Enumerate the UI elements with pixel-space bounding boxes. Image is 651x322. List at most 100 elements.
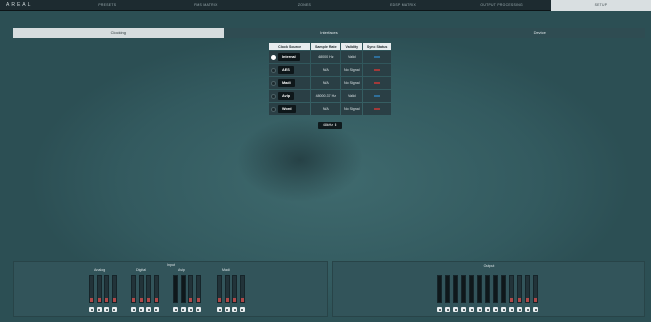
brand-logo: AREAL [6,2,33,8]
clock-row: Internal 48000 Hz Valid [269,51,391,63]
clock-source-cell: Avip [269,90,311,102]
clip-indicator [139,298,143,302]
clock-row: AES N/A No Signal [269,64,391,76]
output-level-meter [525,275,530,303]
channel-mute-button[interactable] [232,307,237,312]
meter-group-label: Madi [222,268,230,272]
sample-rate-select[interactable]: 48kHz ⇕ [318,122,342,129]
subtab-device[interactable]: Device [434,28,646,38]
channel-mute-button[interactable] [188,307,193,312]
clip-indicator [90,298,93,302]
output-level-meter [517,275,522,303]
level-meter [89,275,94,303]
output-level-meter [453,275,458,303]
clock-source-radio[interactable] [271,93,276,99]
clip-indicator [518,298,521,302]
level-meter [131,275,136,303]
output-mute-button[interactable] [437,307,442,312]
setup-subtabs: Clocking Interfaces Device [13,28,646,38]
channel-mute-button[interactable] [195,307,201,312]
clock-source-button[interactable]: Madi [278,79,295,87]
subtab-interfaces[interactable]: Interfaces [223,28,435,38]
clock-source-cell: AES [269,64,311,76]
level-meter [188,275,193,303]
input-title: Input [167,263,175,267]
level-meter [224,275,230,303]
clock-source-button[interactable]: Word [278,105,296,113]
channel-mute-button[interactable] [173,307,178,312]
chevron-updown-icon: ⇕ [334,123,338,127]
sample-rate-cell: N/A [311,103,341,115]
clip-indicator [526,298,529,302]
output-mute-button[interactable] [525,307,530,312]
top-nav: AREAL PRESETS FMS MATRIX ZONES EDSP MATR… [0,0,651,11]
sync-indicator [374,82,381,84]
clock-source-radio[interactable] [271,106,276,112]
output-level-meter [461,275,466,303]
tab-output-processing[interactable]: OUTPUT PROCESSING [452,0,551,11]
sync-status-cell [363,77,391,89]
tab-presets[interactable]: PRESETS [58,0,157,11]
meter-group-label: Avip [178,268,185,272]
sample-rate-cell: 48000.37 Hz [311,90,341,102]
output-mute-button[interactable] [493,307,498,312]
level-meter [232,275,237,303]
sample-rate-cell: N/A [311,64,341,76]
tab-zones[interactable]: ZONES [255,0,354,11]
output-mute-button[interactable] [517,307,522,312]
level-meter [239,275,245,303]
validity-cell: No Signal [341,77,363,89]
clock-source-button[interactable]: AES [278,66,294,74]
output-mute-button[interactable] [485,307,490,312]
tab-fms-matrix[interactable]: FMS MATRIX [157,0,256,11]
clock-source-button[interactable]: Avip [278,92,295,100]
channel-mute-button[interactable] [239,307,245,312]
output-mute-button[interactable] [477,307,482,312]
channel-mute-button[interactable] [96,307,102,312]
clip-indicator [112,298,116,302]
output-mute-button[interactable] [501,307,506,312]
output-level-meter [501,275,506,303]
channel-mute-button[interactable] [153,307,159,312]
channel-mute-button[interactable] [104,307,109,312]
output-level-meter [437,275,442,303]
clip-indicator [196,298,200,302]
subtab-clocking[interactable]: Clocking [13,28,224,38]
level-meter [173,275,178,303]
output-mute-button[interactable] [453,307,458,312]
channel-mute-button[interactable] [111,307,117,312]
input-meters-panel: Input Analog Digital Avip Madi [13,261,328,317]
channel-mute-button[interactable] [180,307,186,312]
sample-rate-cell: 48000 Hz [311,51,341,63]
tab-setup[interactable]: SETUP [550,0,651,11]
clip-indicator [534,298,537,302]
tab-edsp-matrix[interactable]: EDSP MATRIX [354,0,453,11]
clock-source-radio[interactable] [271,67,276,73]
channel-mute-button[interactable] [131,307,136,312]
validity-cell: Valid [341,90,363,102]
clock-source-table: Clock Source Sample Rate Validity Sync S… [268,42,392,116]
channel-mute-button[interactable] [224,307,230,312]
output-mute-button[interactable] [509,307,514,312]
channel-mute-button[interactable] [217,307,222,312]
clock-source-radio[interactable] [271,80,276,86]
output-meters-panel: Output [332,261,645,317]
output-mute-button[interactable] [445,307,450,312]
output-mute-button[interactable] [533,307,538,312]
clock-row: Madi N/A No Signal [269,77,391,89]
clock-source-radio[interactable] [271,54,276,60]
sample-rate-cell: N/A [311,77,341,89]
level-meter [217,275,222,303]
clock-source-cell: Internal [269,51,311,63]
output-mute-button[interactable] [461,307,466,312]
channel-mute-button[interactable] [138,307,144,312]
channel-mute-button[interactable] [146,307,151,312]
clip-indicator [225,298,229,302]
header-sample-rate: Sample Rate [311,43,341,50]
channel-mute-button[interactable] [89,307,94,312]
validity-cell: No Signal [341,103,363,115]
output-mute-button[interactable] [469,307,474,312]
validity-cell: Valid [341,51,363,63]
clock-source-button[interactable]: Internal [278,53,300,61]
sync-indicator [374,69,381,71]
